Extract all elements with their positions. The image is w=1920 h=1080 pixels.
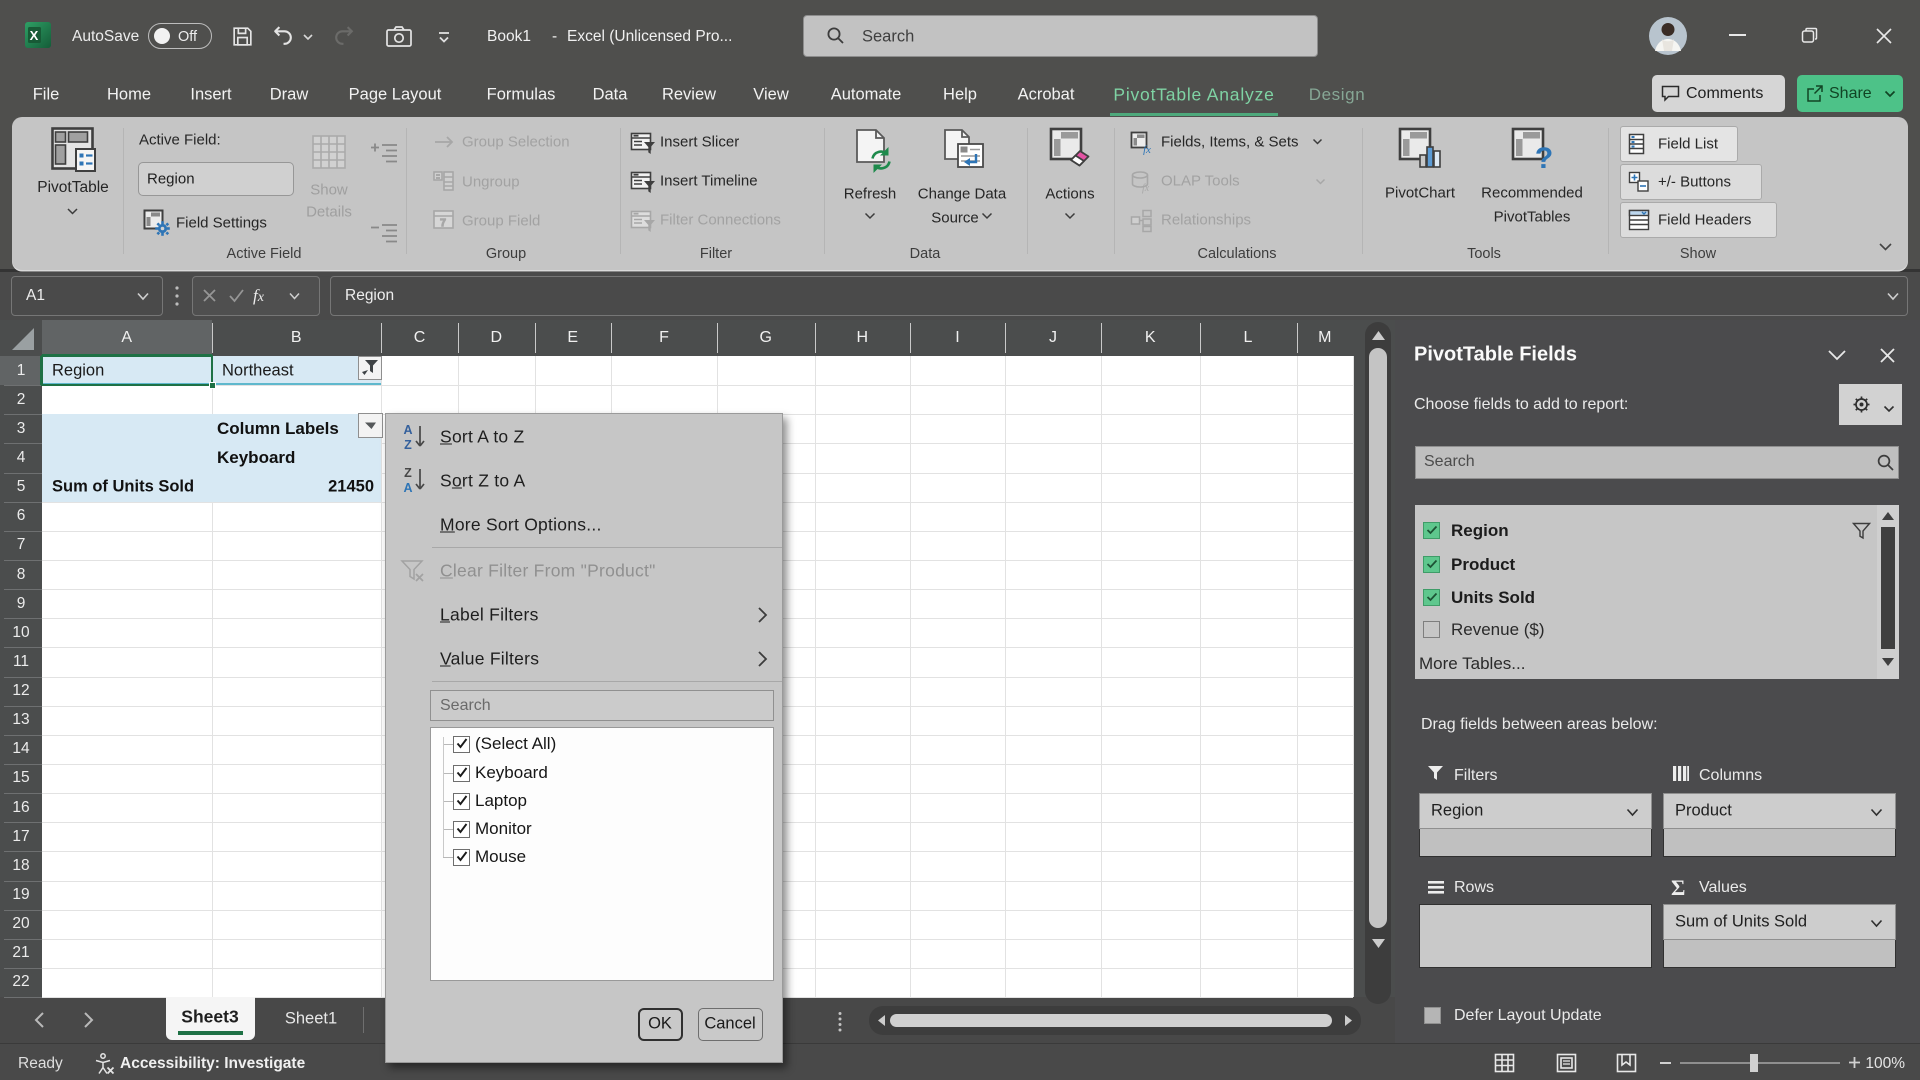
- svg-text:7: 7: [440, 218, 446, 229]
- svg-text:fx: fx: [1143, 144, 1151, 155]
- svg-text:X: X: [30, 28, 39, 43]
- svg-text:Z: Z: [404, 466, 412, 480]
- svg-text:A: A: [403, 481, 412, 495]
- svg-text:fx: fx: [1142, 183, 1150, 194]
- svg-text:?: ?: [1535, 142, 1553, 173]
- svg-text:A: A: [403, 423, 412, 437]
- svg-text:Z: Z: [404, 438, 412, 452]
